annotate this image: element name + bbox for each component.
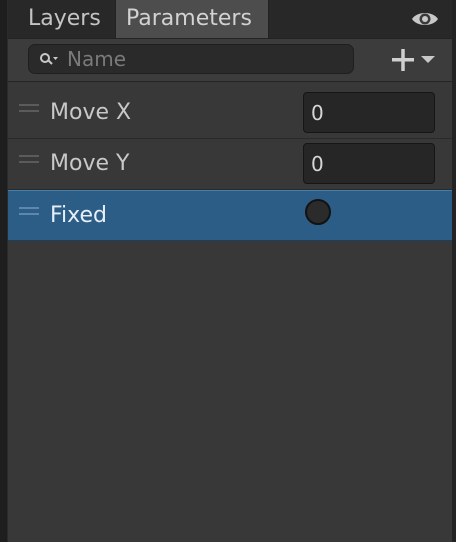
parameter-row-move-y[interactable]: Move Y: [8, 139, 452, 190]
right-border: [452, 0, 456, 542]
tab-parameters[interactable]: Parameters: [115, 0, 269, 38]
parameter-list: Move X Move Y Fixed: [8, 88, 452, 241]
drag-handle-icon[interactable]: [19, 155, 39, 163]
tab-layers[interactable]: Layers: [18, 0, 122, 38]
parameter-name: Move X: [50, 100, 132, 125]
search-field[interactable]: [28, 44, 354, 74]
search-input[interactable]: [67, 45, 337, 73]
eye-icon[interactable]: [410, 9, 440, 29]
parameter-row-fixed[interactable]: Fixed: [8, 190, 452, 241]
parameter-name: Fixed: [50, 203, 108, 228]
plus-icon: [392, 49, 414, 71]
drag-handle-icon[interactable]: [19, 104, 39, 112]
parameter-row-move-x[interactable]: Move X: [8, 88, 452, 139]
drag-handle-icon[interactable]: [19, 207, 39, 215]
bool-toggle[interactable]: [305, 199, 331, 225]
chevron-down-icon: [421, 56, 435, 63]
search-toolbar: [8, 39, 452, 82]
left-border: [0, 0, 8, 542]
add-parameter-button[interactable]: [390, 47, 440, 73]
parameter-value-field[interactable]: [303, 143, 435, 184]
parameter-value-field[interactable]: [303, 92, 435, 133]
animator-parameters-panel: Layers Parameters Move X: [0, 0, 456, 542]
search-icon: [40, 53, 58, 65]
parameter-name: Move Y: [50, 151, 130, 176]
tab-bar: Layers Parameters: [8, 0, 452, 39]
